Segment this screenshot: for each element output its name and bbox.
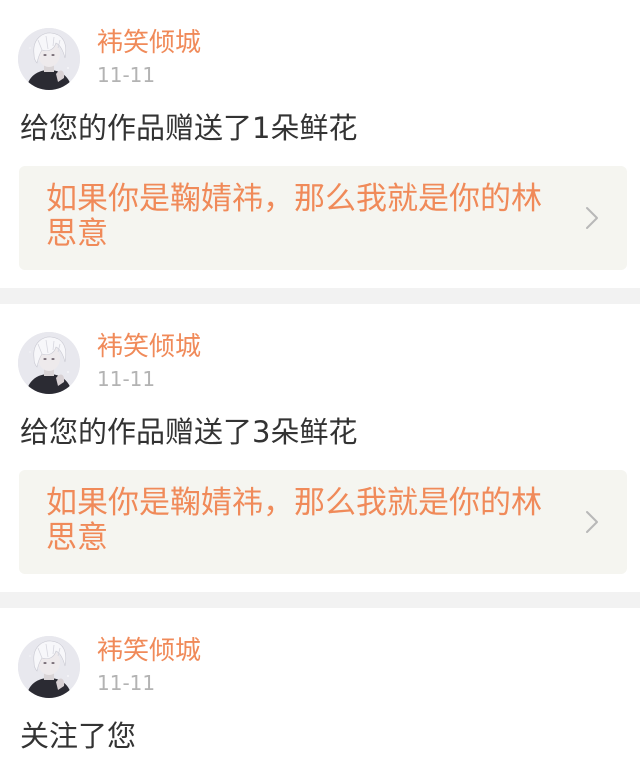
notification-card: 袆笑倾城 11-11 给您的作品赠送了1朵鲜花 如果你是鞠婧祎，那么我就是你的林…: [0, 0, 640, 288]
work-title: 如果你是鞠婧祎，那么我就是你的林思意: [46, 485, 542, 556]
username[interactable]: 袆笑倾城: [97, 634, 201, 668]
avatar[interactable]: [18, 636, 80, 698]
username[interactable]: 袆笑倾城: [97, 26, 201, 60]
chevron-right-icon: [586, 207, 598, 229]
notification-message: 给您的作品赠送了3朵鲜花: [20, 415, 358, 449]
notification-message: 给您的作品赠送了1朵鲜花: [20, 111, 358, 145]
avatar-image: [18, 332, 80, 394]
work-link[interactable]: 如果你是鞠婧祎，那么我就是你的林思意: [19, 470, 627, 574]
timestamp: 11-11: [97, 367, 156, 391]
chevron-right-icon: [586, 511, 598, 533]
timestamp: 11-11: [97, 671, 156, 695]
avatar[interactable]: [18, 28, 80, 90]
work-title: 如果你是鞠婧祎，那么我就是你的林思意: [46, 181, 542, 252]
work-link[interactable]: 如果你是鞠婧祎，那么我就是你的林思意: [19, 166, 627, 270]
notification-message: 关注了您: [20, 719, 137, 753]
avatar[interactable]: [18, 332, 80, 394]
timestamp: 11-11: [97, 63, 156, 87]
username[interactable]: 袆笑倾城: [97, 330, 201, 364]
avatar-image: [18, 636, 80, 698]
notification-card: 袆笑倾城 11-11 关注了您: [0, 608, 640, 782]
notification-feed: 袆笑倾城 11-11 给您的作品赠送了1朵鲜花 如果你是鞠婧祎，那么我就是你的林…: [0, 0, 640, 782]
avatar-image: [18, 28, 80, 90]
notification-card: 袆笑倾城 11-11 给您的作品赠送了3朵鲜花 如果你是鞠婧祎，那么我就是你的林…: [0, 304, 640, 592]
